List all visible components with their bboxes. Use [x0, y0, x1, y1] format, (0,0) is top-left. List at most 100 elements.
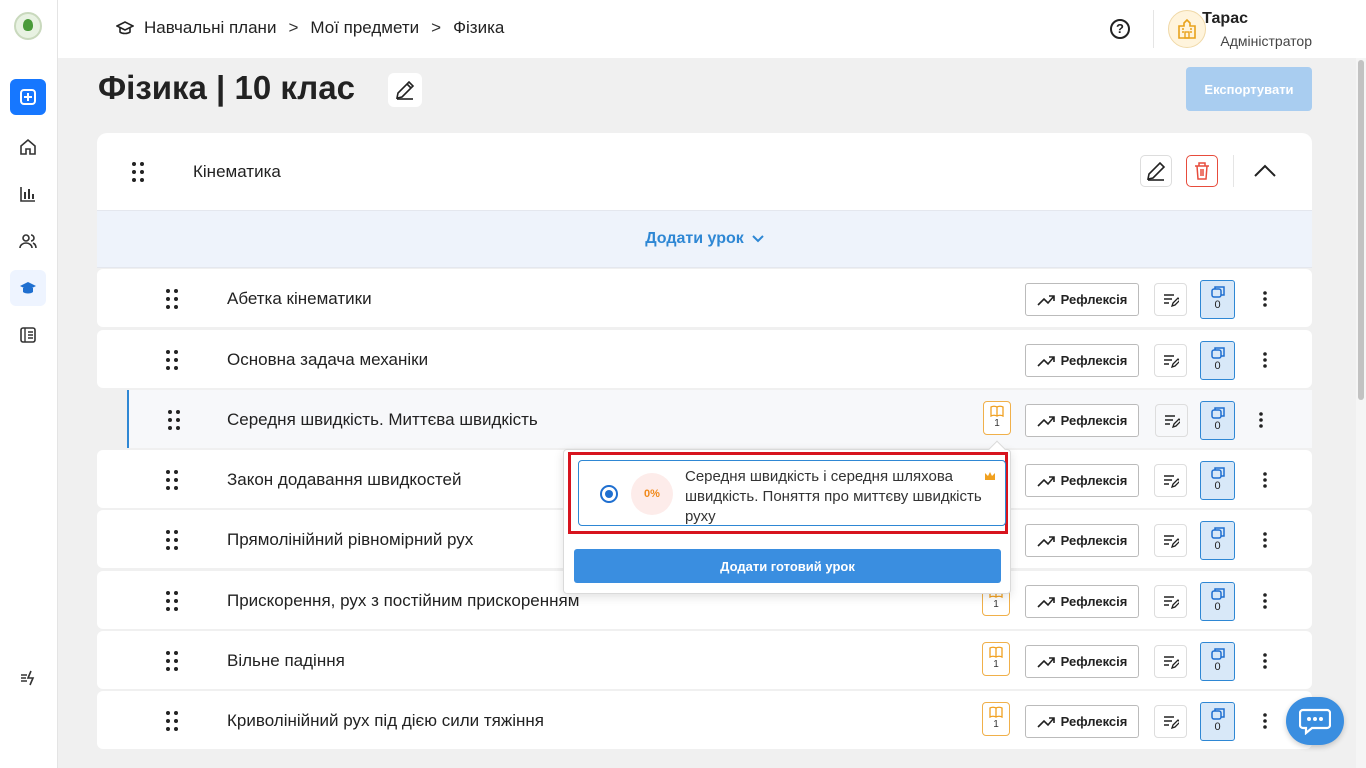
- drag-handle-icon[interactable]: [165, 288, 179, 315]
- copies-count: 0: [1214, 480, 1221, 492]
- add-icon[interactable]: [10, 79, 46, 115]
- reflection-button[interactable]: Рефлексія: [1025, 645, 1139, 678]
- lesson-title[interactable]: Прямолінійний рівномірний рух: [227, 530, 473, 550]
- edit-module-button[interactable]: [1140, 155, 1172, 187]
- scrollbar[interactable]: [1356, 58, 1366, 768]
- lesson-row[interactable]: Середня швидкість. Миттєва швидкість 1 Реф…: [127, 390, 1312, 448]
- lesson-row[interactable]: Абетка кінематики Рефлексія 0: [97, 269, 1312, 327]
- more-options-button[interactable]: [1257, 649, 1273, 673]
- delete-module-button[interactable]: [1186, 155, 1218, 187]
- more-options-button[interactable]: [1257, 468, 1273, 492]
- ready-lesson-option[interactable]: 0% Середня швидкість і середня шляхова ш…: [578, 460, 1006, 526]
- drag-handle-icon[interactable]: [167, 409, 181, 436]
- study-plans-icon[interactable]: [10, 270, 46, 306]
- copies-button[interactable]: 0: [1200, 461, 1235, 500]
- notes-button[interactable]: [1154, 464, 1187, 497]
- copies-button[interactable]: 0: [1200, 702, 1235, 741]
- more-vertical-icon: [1263, 653, 1267, 669]
- copy-icon: [1210, 467, 1225, 479]
- lesson-row[interactable]: Основна задача механіки Рефлексія 0: [97, 330, 1312, 388]
- lesson-title[interactable]: Середня швидкість. Миттєва швидкість: [227, 410, 538, 430]
- books-badge[interactable]: 1: [982, 702, 1010, 736]
- lesson-title[interactable]: Прискорення, рух з постійним прискорення…: [227, 591, 579, 611]
- avatar[interactable]: [1168, 10, 1206, 48]
- ready-lesson-title: Середня швидкість і середня шляхова швид…: [685, 468, 982, 525]
- copies-button[interactable]: 0: [1200, 521, 1235, 560]
- logo-icon[interactable]: [14, 12, 42, 40]
- journal-icon[interactable]: [10, 317, 46, 353]
- trend-up-icon: [1037, 355, 1055, 367]
- reflection-button[interactable]: Рефлексія: [1025, 344, 1139, 377]
- breadcrumb-physics[interactable]: Фізика: [453, 18, 504, 38]
- add-ready-lesson-button[interactable]: Додати готовий урок: [574, 549, 1001, 583]
- notes-button[interactable]: [1154, 585, 1187, 618]
- reflection-label: Рефлексія: [1060, 473, 1128, 488]
- lesson-row[interactable]: Криволінійний рух під дією сили тяжіння 1…: [97, 691, 1312, 749]
- reflection-button[interactable]: Рефлексія: [1025, 283, 1139, 316]
- drag-handle-icon[interactable]: [165, 650, 179, 677]
- help-icon[interactable]: ?: [1110, 19, 1130, 39]
- more-options-button[interactable]: [1257, 589, 1273, 613]
- reflection-label: Рефлексія: [1060, 594, 1128, 609]
- lesson-title[interactable]: Криволінійний рух під дією сили тяжіння: [227, 711, 544, 731]
- collapse-sidebar-icon[interactable]: [10, 660, 46, 696]
- lesson-title[interactable]: Закон додавання швидкостей: [227, 470, 462, 490]
- copy-icon: [1210, 286, 1225, 298]
- more-options-button[interactable]: [1257, 709, 1273, 733]
- copies-count: 0: [1214, 360, 1221, 372]
- stats-icon[interactable]: [10, 176, 46, 212]
- radio-selected[interactable]: [600, 485, 618, 503]
- more-options-button[interactable]: [1257, 348, 1273, 372]
- trend-up-icon: [1037, 535, 1055, 547]
- scrollbar-thumb[interactable]: [1358, 60, 1364, 400]
- drag-handle-icon[interactable]: [131, 161, 145, 183]
- copies-button[interactable]: 0: [1200, 401, 1235, 440]
- more-vertical-icon: [1263, 713, 1267, 729]
- chat-button[interactable]: [1286, 697, 1344, 745]
- breadcrumb-study-plans[interactable]: Навчальні плани: [144, 18, 276, 38]
- books-count: 1: [994, 418, 1000, 429]
- reflection-button[interactable]: Рефлексія: [1025, 705, 1139, 738]
- lesson-title[interactable]: Основна задача механіки: [227, 350, 428, 370]
- notes-button[interactable]: [1154, 283, 1187, 316]
- edit-title-button[interactable]: [388, 73, 422, 107]
- drag-handle-icon[interactable]: [165, 529, 179, 556]
- users-icon[interactable]: [10, 223, 46, 259]
- reflection-label: Рефлексія: [1060, 413, 1128, 428]
- drag-handle-icon[interactable]: [165, 590, 179, 617]
- reflection-button[interactable]: Рефлексія: [1025, 464, 1139, 497]
- drag-handle-icon[interactable]: [165, 469, 179, 496]
- add-lesson-button[interactable]: Додати урок: [97, 211, 1312, 268]
- copies-button[interactable]: 0: [1200, 280, 1235, 319]
- trend-up-icon: [1037, 596, 1055, 608]
- notes-button[interactable]: [1154, 344, 1187, 377]
- books-badge[interactable]: 1: [982, 642, 1010, 676]
- copies-count: 0: [1214, 540, 1221, 552]
- reflection-button[interactable]: Рефлексія: [1025, 404, 1139, 437]
- chat-icon: [1299, 708, 1331, 735]
- copies-button[interactable]: 0: [1200, 582, 1235, 621]
- lesson-title[interactable]: Вільне падіння: [227, 651, 345, 671]
- reflection-button[interactable]: Рефлексія: [1025, 524, 1139, 557]
- lesson-row[interactable]: Вільне падіння 1 Рефлексія 0: [97, 631, 1312, 689]
- more-options-button[interactable]: [1253, 408, 1269, 432]
- reflection-button[interactable]: Рефлексія: [1025, 585, 1139, 618]
- collapse-module-button[interactable]: [1249, 155, 1281, 187]
- notes-button[interactable]: [1154, 524, 1187, 557]
- more-options-button[interactable]: [1257, 287, 1273, 311]
- drag-handle-icon[interactable]: [165, 349, 179, 376]
- books-count: 1: [993, 659, 999, 670]
- export-button[interactable]: Експортувати: [1186, 67, 1312, 111]
- trash-icon: [1195, 162, 1209, 180]
- drag-handle-icon[interactable]: [165, 710, 179, 737]
- lesson-title[interactable]: Абетка кінематики: [227, 289, 372, 309]
- copies-button[interactable]: 0: [1200, 642, 1235, 681]
- copies-button[interactable]: 0: [1200, 341, 1235, 380]
- notes-button[interactable]: [1154, 705, 1187, 738]
- notes-button[interactable]: [1155, 404, 1188, 437]
- home-icon[interactable]: [10, 129, 46, 165]
- more-options-button[interactable]: [1257, 528, 1273, 552]
- breadcrumb-my-subjects[interactable]: Мої предмети: [310, 18, 419, 38]
- books-badge[interactable]: 1: [983, 401, 1011, 435]
- notes-button[interactable]: [1154, 645, 1187, 678]
